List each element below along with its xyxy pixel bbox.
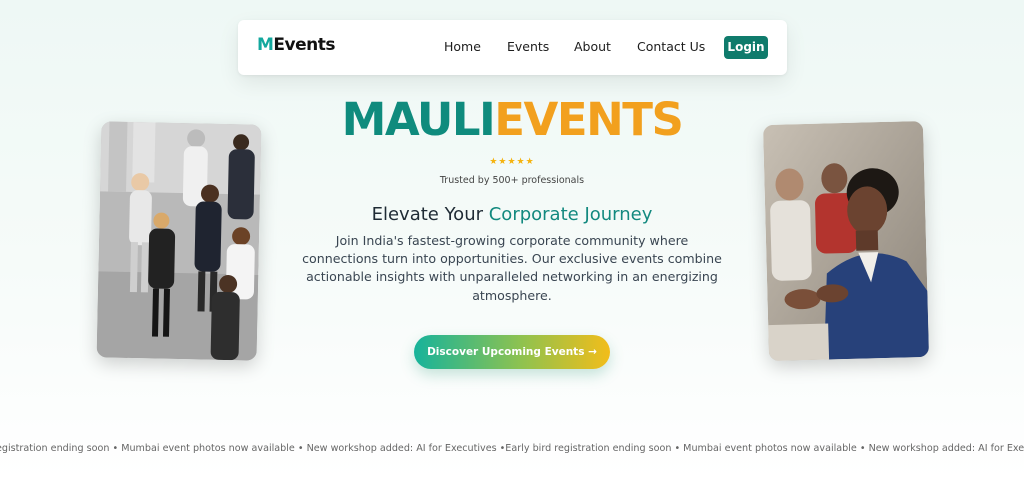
hero-title-part2: EVENTS	[494, 93, 684, 146]
nav-link-events[interactable]: Events	[507, 39, 549, 54]
subtitle-plain: Elevate Your	[371, 204, 489, 225]
news-ticker: egistration ending soon • Mumbai event p…	[0, 443, 1024, 454]
brand-rest: Events	[273, 35, 335, 55]
networking-photo	[96, 121, 262, 361]
audience-photo	[762, 120, 930, 362]
subtitle-accent: Corporate Journey	[488, 204, 653, 225]
nav-link-home[interactable]: Home	[444, 39, 481, 54]
discover-events-button[interactable]: Discover Upcoming Events →	[414, 335, 610, 369]
navbar: MEvents Home Events About Contact Us Log…	[238, 20, 787, 75]
login-button[interactable]: Login	[724, 36, 768, 59]
nav-link-about[interactable]: About	[574, 39, 611, 54]
brand-logo[interactable]: MEvents	[257, 35, 335, 55]
nav-link-contact-us[interactable]: Contact Us	[637, 39, 705, 54]
brand-prefix: M	[257, 35, 274, 55]
hero-title-part1: MAULI	[341, 93, 496, 146]
networking-photo-art	[96, 121, 262, 361]
hero-description: Join India's fastest-growing corporate c…	[302, 233, 722, 303]
audience-photo-art	[762, 120, 930, 362]
